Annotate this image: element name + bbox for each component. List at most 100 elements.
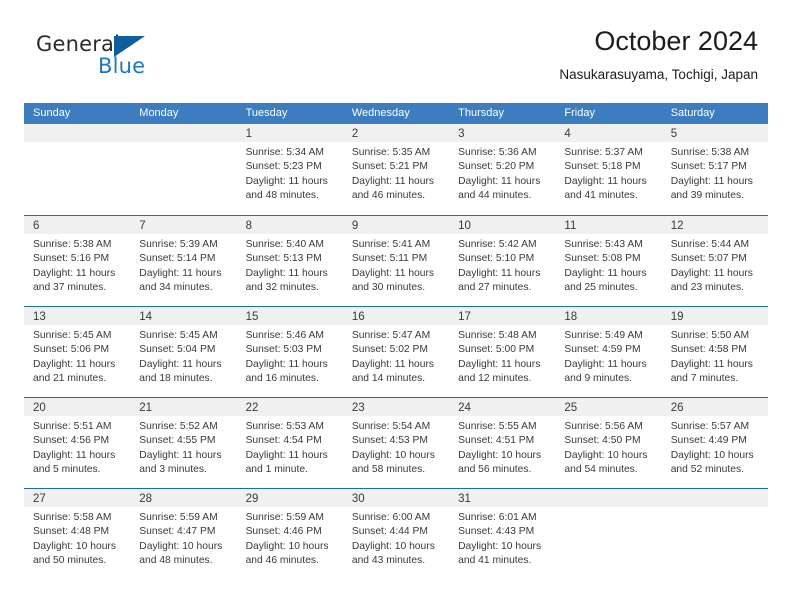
calendar-day-cell[interactable]: 25 Sunrise: 5:56 AM Sunset: 4:50 PM Dayligh… <box>555 398 662 488</box>
day-number-bar: 21 <box>130 398 237 416</box>
sunset-text: Sunset: 4:50 PM <box>564 435 641 447</box>
calendar-day-cell[interactable]: 22 Sunrise: 5:53 AM Sunset: 4:54 PM Dayligh… <box>236 398 343 488</box>
calendar-day-cell[interactable]: 21 Sunrise: 5:52 AM Sunset: 4:55 PM Dayligh… <box>130 398 237 488</box>
daylight-text-line1: Daylight: 11 hours <box>458 267 541 279</box>
weekday-header-tuesday: Tuesday <box>245 107 288 119</box>
sunrise-text: Sunrise: 5:36 AM <box>458 147 537 158</box>
sunrise-text: Sunrise: 5:50 AM <box>670 330 750 341</box>
sunset-text: Sunset: 4:58 PM <box>670 344 747 356</box>
sunrise-text: Sunrise: 5:43 AM <box>564 239 643 250</box>
day-number: 18 <box>564 311 578 323</box>
daylight-text-line1: Daylight: 10 hours <box>564 449 648 461</box>
calendar-day-cell[interactable]: 31 Sunrise: 6:01 AM Sunset: 4:43 PM Dayligh… <box>449 489 556 579</box>
daylight-text-line2: and 5 minutes. <box>33 464 101 476</box>
sunrise-text: Sunrise: 5:54 AM <box>351 421 431 432</box>
day-number-bar: 23 <box>342 398 450 416</box>
calendar-day-cell[interactable]: 27 Sunrise: 5:58 AM Sunset: 4:48 PM Dayligh… <box>24 489 131 579</box>
daylight-text-line2: and 41 minutes. <box>458 555 532 567</box>
day-number: 9 <box>351 220 359 232</box>
day-number-bar: 24 <box>449 398 556 416</box>
sunset-text: Sunset: 4:44 PM <box>351 526 428 538</box>
calendar-day-cell[interactable]: 16 Sunrise: 5:47 AM Sunset: 5:02 PM Dayligh… <box>342 307 450 397</box>
day-details: Sunrise: 5:51 AM Sunset: 4:56 PM Daylight:… <box>24 416 130 478</box>
day-details: Sunrise: 5:54 AM Sunset: 4:53 PM Daylight:… <box>343 416 449 478</box>
daylight-text-line1: Daylight: 11 hours <box>139 449 222 461</box>
calendar-day-cell[interactable]: 5 Sunrise: 5:38 AM Sunset: 5:17 PM Daylight… <box>661 124 768 215</box>
calendar-day-cell[interactable]: 28 Sunrise: 5:59 AM Sunset: 4:47 PM Dayligh… <box>130 489 237 579</box>
daylight-text-line2: and 46 minutes. <box>245 555 319 567</box>
sunset-text: Sunset: 4:55 PM <box>139 435 216 447</box>
weekday-header-monday: Monday <box>139 107 179 119</box>
calendar-day-cell[interactable]: 30 Sunrise: 6:00 AM Sunset: 4:44 PM Dayligh… <box>342 489 450 579</box>
calendar-day-cell[interactable]: 3 Sunrise: 5:36 AM Sunset: 5:20 PM Daylight… <box>449 124 556 215</box>
sunrise-text: Sunrise: 5:37 AM <box>564 147 643 158</box>
daylight-text-line2: and 30 minutes. <box>351 282 426 294</box>
calendar-day-cell[interactable]: 2 Sunrise: 5:35 AM Sunset: 5:21 PM Daylight… <box>342 124 450 215</box>
sunset-text: Sunset: 5:14 PM <box>139 253 216 265</box>
daylight-text-line2: and 32 minutes. <box>245 282 319 294</box>
day-number: 26 <box>670 402 684 414</box>
calendar-day-cell[interactable]: 8 Sunrise: 5:40 AM Sunset: 5:13 PM Daylight… <box>236 216 343 306</box>
calendar-day-cell[interactable]: 20 Sunrise: 5:51 AM Sunset: 4:56 PM Dayligh… <box>24 398 131 488</box>
sunrise-text: Sunrise: 5:52 AM <box>139 421 218 432</box>
calendar-day-cell[interactable]: 6 Sunrise: 5:38 AM Sunset: 5:16 PM Daylight… <box>24 216 131 306</box>
calendar-day-cell[interactable]: 26 Sunrise: 5:57 AM Sunset: 4:49 PM Dayligh… <box>661 398 768 488</box>
calendar-week-row: 13 Sunrise: 5:45 AM Sunset: 5:06 PM Dayligh… <box>24 306 768 397</box>
day-number-bar <box>24 124 131 142</box>
day-number: 4 <box>564 128 571 140</box>
day-number-bar: 3 <box>449 124 556 142</box>
calendar-day-cell-empty <box>555 489 662 579</box>
daylight-text-line2: and 50 minutes. <box>33 555 107 567</box>
sunrise-text: Sunrise: 5:53 AM <box>245 421 324 432</box>
calendar-day-cell[interactable]: 29 Sunrise: 5:59 AM Sunset: 4:46 PM Dayligh… <box>236 489 343 579</box>
day-number: 27 <box>33 493 46 505</box>
calendar-day-cell[interactable]: 13 Sunrise: 5:45 AM Sunset: 5:06 PM Dayligh… <box>24 307 131 397</box>
sunset-text: Sunset: 4:48 PM <box>33 526 110 538</box>
calendar-day-cell-empty <box>661 489 768 579</box>
daylight-text-line2: and 37 minutes. <box>33 282 107 294</box>
day-number: 3 <box>458 128 465 140</box>
sunrise-text: Sunrise: 5:56 AM <box>564 421 643 432</box>
calendar-day-cell[interactable]: 23 Sunrise: 5:54 AM Sunset: 4:53 PM Dayligh… <box>342 398 450 488</box>
day-number-bar: 5 <box>661 124 768 142</box>
day-number: 13 <box>33 311 46 323</box>
calendar-day-cell[interactable]: 19 Sunrise: 5:50 AM Sunset: 4:58 PM Dayligh… <box>661 307 768 397</box>
day-details: Sunrise: 5:38 AM Sunset: 5:16 PM Daylight:… <box>24 234 130 296</box>
day-details: Sunrise: 5:42 AM Sunset: 5:10 PM Daylight:… <box>449 234 555 296</box>
sunset-text: Sunset: 5:16 PM <box>33 253 110 265</box>
day-details: Sunrise: 5:59 AM Sunset: 4:46 PM Daylight:… <box>237 507 343 569</box>
sunrise-text: Sunrise: 5:45 AM <box>33 330 112 341</box>
calendar-day-cell[interactable]: 9 Sunrise: 5:41 AM Sunset: 5:11 PM Daylight… <box>342 216 450 306</box>
page-header: General Blue October 2024 Nasukarasuyama… <box>24 24 768 96</box>
calendar-day-cell[interactable]: 17 Sunrise: 5:48 AM Sunset: 5:00 PM Dayligh… <box>449 307 556 397</box>
daylight-text-line2: and 25 minutes. <box>564 282 638 294</box>
calendar-day-cell[interactable]: 14 Sunrise: 5:45 AM Sunset: 5:04 PM Dayligh… <box>130 307 237 397</box>
calendar-day-cell[interactable]: 12 Sunrise: 5:44 AM Sunset: 5:07 PM Dayligh… <box>661 216 768 306</box>
daylight-text-line1: Daylight: 11 hours <box>33 358 116 370</box>
sunrise-text: Sunrise: 5:49 AM <box>564 330 643 341</box>
day-number: 10 <box>458 220 471 232</box>
brand-logo[interactable]: General Blue <box>36 32 176 88</box>
day-details: Sunrise: 5:52 AM Sunset: 4:55 PM Daylight:… <box>130 416 236 478</box>
calendar-day-cell[interactable]: 15 Sunrise: 5:46 AM Sunset: 5:03 PM Dayligh… <box>236 307 343 397</box>
calendar-week-row: 1 Sunrise: 5:34 AM Sunset: 5:23 PM Daylight… <box>24 124 768 215</box>
calendar-day-cell[interactable]: 10 Sunrise: 5:42 AM Sunset: 5:10 PM Dayligh… <box>449 216 556 306</box>
day-number-bar: 10 <box>449 216 556 234</box>
sunset-text: Sunset: 5:08 PM <box>564 253 641 265</box>
calendar-week-row: 27 Sunrise: 5:58 AM Sunset: 4:48 PM Dayligh… <box>24 488 768 579</box>
day-number: 23 <box>351 402 365 414</box>
day-number: 5 <box>670 128 678 140</box>
calendar-day-cell[interactable]: 11 Sunrise: 5:43 AM Sunset: 5:08 PM Dayligh… <box>555 216 662 306</box>
day-number-bar: 2 <box>342 124 450 142</box>
day-number-bar: 26 <box>661 398 768 416</box>
calendar-day-cell[interactable]: 24 Sunrise: 5:55 AM Sunset: 4:51 PM Dayligh… <box>449 398 556 488</box>
daylight-text-line2: and 1 minute. <box>245 464 308 476</box>
daylight-text-line2: and 21 minutes. <box>33 373 107 385</box>
calendar-day-cell[interactable]: 18 Sunrise: 5:49 AM Sunset: 4:59 PM Dayligh… <box>555 307 662 397</box>
calendar-day-cell[interactable]: 4 Sunrise: 5:37 AM Sunset: 5:18 PM Daylight… <box>555 124 662 215</box>
day-number: 8 <box>245 220 252 232</box>
calendar-day-cell[interactable]: 1 Sunrise: 5:34 AM Sunset: 5:23 PM Daylight… <box>236 124 343 215</box>
weekday-header-sunday: Sunday <box>33 107 71 119</box>
calendar-day-cell[interactable]: 7 Sunrise: 5:39 AM Sunset: 5:14 PM Daylight… <box>130 216 237 306</box>
day-details: Sunrise: 5:37 AM Sunset: 5:18 PM Daylight:… <box>555 142 661 204</box>
